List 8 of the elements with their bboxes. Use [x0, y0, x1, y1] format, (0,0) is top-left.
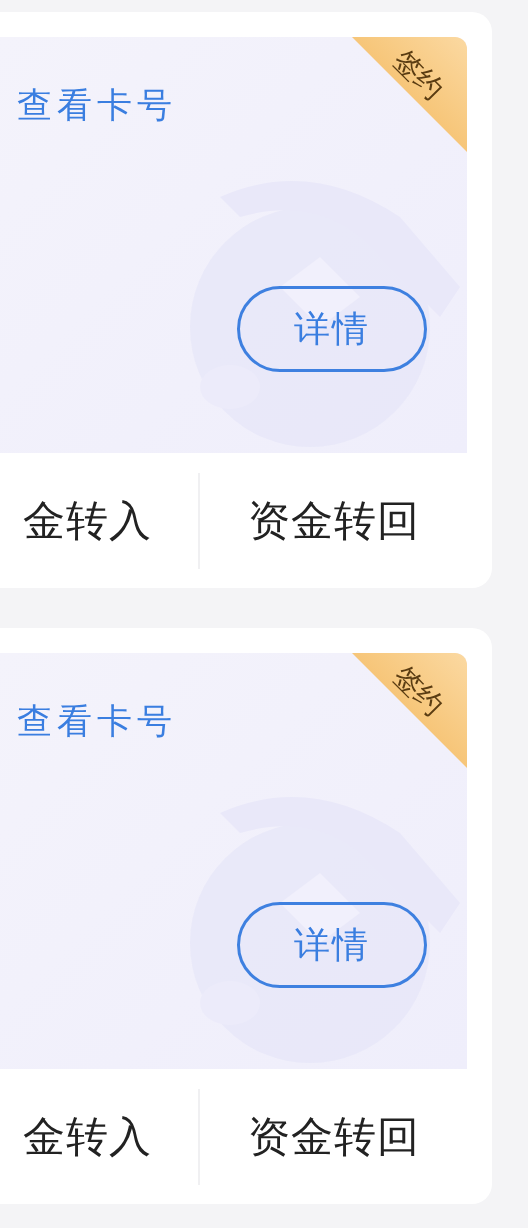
- fund-transfer-button[interactable]: 资金转回: [200, 1108, 467, 1165]
- view-card-number-link[interactable]: 查看卡号: [17, 698, 177, 744]
- view-card-number-link[interactable]: 查看卡号: [17, 82, 177, 128]
- fund-transfer-button[interactable]: 金转入: [0, 1108, 198, 1165]
- signed-ribbon: 签约: [352, 37, 467, 152]
- fund-transfer-button[interactable]: 资金转回: [200, 492, 467, 549]
- signed-ribbon: 签约: [352, 653, 467, 768]
- fund-transfer-button[interactable]: 金转入: [0, 492, 198, 549]
